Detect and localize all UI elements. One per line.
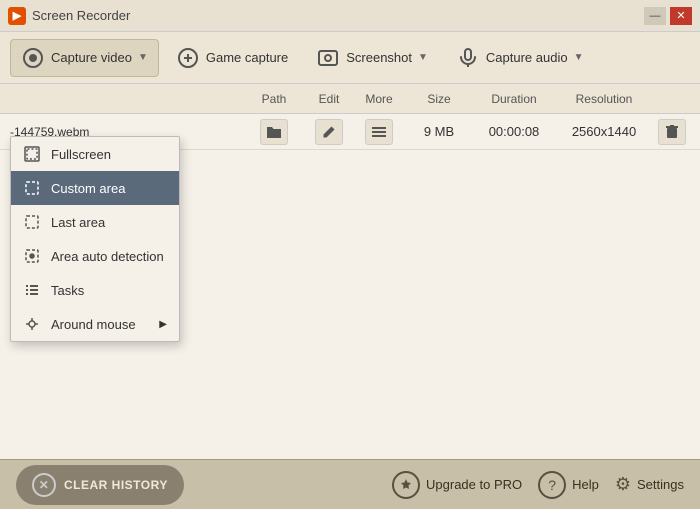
cell-edit bbox=[304, 119, 354, 145]
col-header-duration: Duration bbox=[474, 92, 554, 106]
more-button[interactable] bbox=[365, 119, 393, 145]
screenshot-button[interactable]: Screenshot ▼ bbox=[305, 39, 439, 77]
around-mouse-icon bbox=[23, 315, 41, 333]
around-mouse-arrow: ▶ bbox=[159, 319, 167, 330]
capture-audio-label: Capture audio bbox=[486, 50, 568, 65]
help-label: Help bbox=[572, 477, 599, 492]
fullscreen-label: Fullscreen bbox=[51, 147, 111, 162]
col-header-path: Path bbox=[244, 92, 304, 106]
app-icon: ▶ bbox=[8, 7, 26, 25]
app-title: Screen Recorder bbox=[32, 8, 130, 23]
screenshot-icon bbox=[316, 46, 340, 70]
col-header-size: Size bbox=[404, 92, 474, 106]
col-header-edit: Edit bbox=[304, 92, 354, 106]
help-icon: ? bbox=[538, 471, 566, 499]
table-header: Path Edit More Size Duration Resolution bbox=[0, 84, 700, 114]
capture-video-icon bbox=[21, 46, 45, 70]
cell-resolution: 2560x1440 bbox=[554, 124, 654, 139]
custom-area-icon bbox=[23, 179, 41, 197]
title-bar-controls: — ✕ bbox=[644, 7, 692, 25]
clear-history-button[interactable]: ✕ CLEAR HISTORY bbox=[16, 465, 184, 505]
last-area-label: Last area bbox=[51, 215, 105, 230]
toolbar: Capture video ▼ Game capture Screenshot … bbox=[0, 32, 700, 84]
clear-history-icon: ✕ bbox=[32, 473, 56, 497]
capture-video-dropdown: Fullscreen Custom area Last area bbox=[10, 136, 180, 342]
cell-delete bbox=[654, 119, 690, 145]
menu-item-last-area[interactable]: Last area bbox=[11, 205, 179, 239]
close-button[interactable]: ✕ bbox=[670, 7, 692, 25]
capture-video-arrow: ▼ bbox=[138, 52, 148, 63]
fullscreen-icon bbox=[23, 145, 41, 163]
screenshot-arrow: ▼ bbox=[418, 52, 428, 63]
last-area-icon bbox=[23, 213, 41, 231]
capture-audio-icon bbox=[456, 46, 480, 70]
area-auto-label: Area auto detection bbox=[51, 249, 164, 264]
tasks-label: Tasks bbox=[51, 283, 84, 298]
edit-button[interactable] bbox=[315, 119, 343, 145]
col-header-more: More bbox=[354, 92, 404, 106]
menu-item-around-mouse[interactable]: Around mouse ▶ bbox=[11, 307, 179, 341]
open-folder-button[interactable] bbox=[260, 119, 288, 145]
capture-audio-button[interactable]: Capture audio ▼ bbox=[445, 39, 595, 77]
menu-item-area-auto[interactable]: Area auto detection bbox=[11, 239, 179, 273]
menu-item-tasks[interactable]: Tasks bbox=[11, 273, 179, 307]
bottom-bar: ✕ CLEAR HISTORY Upgrade to PRO ? Help ⚙ … bbox=[0, 459, 700, 509]
clear-history-label: CLEAR HISTORY bbox=[64, 478, 168, 492]
bottom-right: Upgrade to PRO ? Help ⚙ Settings bbox=[392, 471, 684, 499]
tasks-icon bbox=[23, 281, 41, 299]
settings-icon: ⚙ bbox=[615, 474, 631, 495]
custom-area-label: Custom area bbox=[51, 181, 125, 196]
area-auto-icon bbox=[23, 247, 41, 265]
upgrade-pro-icon bbox=[392, 471, 420, 499]
delete-button[interactable] bbox=[658, 119, 686, 145]
col-header-resolution: Resolution bbox=[554, 92, 654, 106]
settings-button[interactable]: ⚙ Settings bbox=[615, 474, 684, 495]
settings-label: Settings bbox=[637, 477, 684, 492]
title-bar: ▶ Screen Recorder — ✕ bbox=[0, 0, 700, 32]
cell-size: 9 MB bbox=[404, 124, 474, 139]
menu-item-custom-area[interactable]: Custom area bbox=[11, 171, 179, 205]
capture-video-button[interactable]: Capture video ▼ bbox=[10, 39, 159, 77]
capture-audio-arrow: ▼ bbox=[574, 52, 584, 63]
cell-duration: 00:00:08 bbox=[474, 124, 554, 139]
upgrade-pro-button[interactable]: Upgrade to PRO bbox=[392, 471, 522, 499]
upgrade-pro-label: Upgrade to PRO bbox=[426, 477, 522, 492]
help-button[interactable]: ? Help bbox=[538, 471, 599, 499]
menu-item-fullscreen[interactable]: Fullscreen bbox=[11, 137, 179, 171]
capture-video-label: Capture video bbox=[51, 50, 132, 65]
cell-path bbox=[244, 119, 304, 145]
game-capture-label: Game capture bbox=[206, 50, 288, 65]
game-capture-button[interactable]: Game capture bbox=[165, 39, 299, 77]
minimize-button[interactable]: — bbox=[644, 7, 666, 25]
content-area: Path Edit More Size Duration Resolution … bbox=[0, 84, 700, 459]
title-bar-left: ▶ Screen Recorder bbox=[8, 7, 130, 25]
screenshot-label: Screenshot bbox=[346, 50, 412, 65]
cell-more bbox=[354, 119, 404, 145]
around-mouse-label: Around mouse bbox=[51, 317, 136, 332]
game-capture-icon bbox=[176, 46, 200, 70]
